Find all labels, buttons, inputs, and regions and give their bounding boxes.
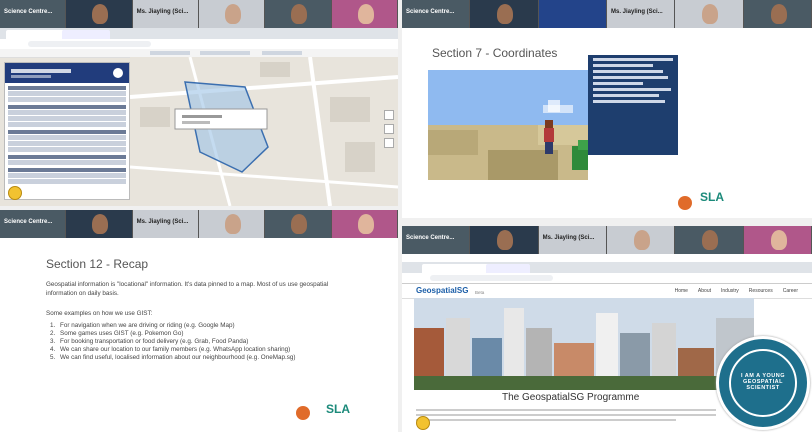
video-strip: Science Centre... Ms. Jiayling (Sci... — [402, 226, 812, 254]
address-bar[interactable] — [402, 273, 812, 284]
debug-info-panel — [588, 55, 678, 155]
video-tile[interactable] — [470, 0, 539, 28]
video-tile[interactable] — [743, 226, 812, 254]
map-sidebar — [4, 62, 130, 200]
zoom-in-icon[interactable] — [384, 110, 394, 120]
video-tile[interactable]: Ms. Jiayling (Sci... — [606, 0, 676, 28]
panel-map-share: Science Centre... Ms. Jiayling (Sci... — [0, 0, 398, 206]
map-canvas[interactable] — [130, 57, 398, 206]
video-strip: Science Centre... Ms. Jiayling (Sci... — [0, 0, 398, 28]
list-item: 4. We can share our location to our famil… — [50, 346, 291, 353]
nav-resources[interactable]: Resources — [749, 288, 773, 294]
site-brand[interactable]: GeospatialSG — [416, 286, 468, 295]
close-icon[interactable] — [113, 68, 123, 78]
young-geospatial-scientist-badge: I AM A YOUNG GEOSPATIAL SCIENTIST — [716, 336, 810, 430]
panel-coordinates-slide: Science Centre... Ms. Jiayling (Sci... S… — [402, 0, 812, 218]
video-tile[interactable]: Ms. Jiayling (Sci... — [132, 210, 199, 238]
locate-icon[interactable] — [384, 138, 394, 148]
sla-logo: SLA — [326, 402, 350, 416]
badge-text: I AM A YOUNG GEOSPATIAL SCIENTIST — [740, 373, 786, 391]
panel-recap-slide: Science Centre... Ms. Jiayling (Sci... S… — [0, 210, 398, 432]
video-tile[interactable] — [743, 0, 812, 28]
video-tile[interactable] — [470, 226, 539, 254]
programme-heading: The GeospatialSG Programme — [502, 392, 640, 403]
video-tile[interactable] — [538, 0, 607, 28]
slide-lead: Some examples on how we use GIST: — [46, 310, 153, 317]
science-centre-logo — [296, 406, 310, 420]
video-tile[interactable]: Ms. Jiayling (Sci... — [538, 226, 607, 254]
list-item: 1. For navigation when we are driving or … — [50, 322, 235, 329]
video-tile[interactable]: Science Centre... — [0, 210, 67, 238]
nav-career[interactable]: Career — [783, 288, 798, 294]
video-tile[interactable] — [331, 210, 398, 238]
video-strip: Science Centre... Ms. Jiayling (Sci... — [402, 0, 812, 28]
browser-tab-bar — [0, 28, 398, 41]
map-controls — [384, 110, 394, 170]
url-field[interactable] — [430, 275, 553, 281]
video-tile[interactable] — [331, 0, 398, 28]
site-brand-sub: Beta — [475, 290, 485, 295]
video-tile[interactable] — [265, 0, 332, 28]
hero-image — [414, 298, 754, 390]
site-header: GeospatialSG Beta Home About Industry Re… — [402, 284, 812, 299]
sla-logo: SLA — [700, 190, 724, 204]
minecraft-screenshot — [428, 70, 588, 180]
gist-list: 1. For navigation when we are driving or … — [46, 322, 336, 362]
slide-intro: Geospatial information is "locational" i… — [46, 281, 329, 297]
video-tile[interactable]: Science Centre... — [0, 0, 67, 28]
site-nav: Home About Industry Resources Career — [675, 288, 798, 294]
slide-title: Section 12 - Recap — [46, 257, 149, 271]
list-item: 5. We can find useful, localised informat… — [50, 354, 296, 361]
nav-about[interactable]: About — [698, 288, 711, 294]
reaction-emoji-icon[interactable] — [8, 186, 22, 200]
video-tile[interactable] — [265, 210, 332, 238]
slide-title: Section 7 - Coordinates — [432, 46, 558, 60]
video-tile[interactable] — [606, 226, 676, 254]
programme-text — [416, 406, 716, 424]
reaction-emoji-icon[interactable] — [416, 416, 430, 430]
nav-home[interactable]: Home — [675, 288, 688, 294]
list-item: 2. Some games uses GIST (e.g. Pokemon Go) — [50, 330, 184, 337]
url-field[interactable] — [28, 41, 151, 47]
zoom-out-icon[interactable] — [384, 124, 394, 134]
nav-industry[interactable]: Industry — [721, 288, 739, 294]
list-item: 3. For booking transportation or food del… — [50, 338, 249, 345]
sidebar-header — [5, 63, 129, 83]
video-tile[interactable] — [198, 0, 266, 28]
video-tile[interactable]: Science Centre... — [402, 0, 471, 28]
video-tile[interactable] — [66, 0, 133, 28]
video-tile[interactable] — [66, 210, 133, 238]
science-centre-logo — [678, 196, 692, 210]
video-tile[interactable] — [198, 210, 266, 238]
video-tile[interactable]: Science Centre... — [402, 226, 471, 254]
browser-tab-bar — [402, 262, 812, 275]
video-tile[interactable] — [675, 226, 744, 254]
video-tile[interactable] — [675, 0, 744, 28]
video-strip: Science Centre... Ms. Jiayling (Sci... — [0, 210, 398, 238]
video-tile[interactable]: Ms. Jiayling (Sci... — [132, 0, 199, 28]
